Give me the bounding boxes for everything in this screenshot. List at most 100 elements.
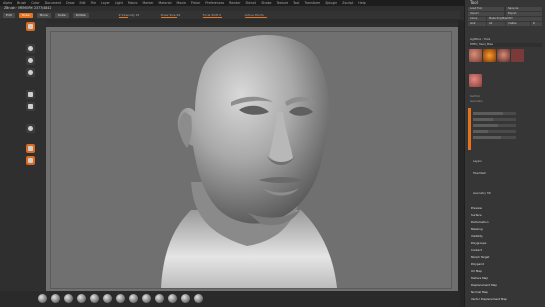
tool-thumbnail-head-small[interactable] (469, 74, 482, 87)
tool-menu-item[interactable]: Vector Displacement Map (471, 297, 507, 301)
tool-menu-item[interactable]: Texture Map (471, 276, 488, 280)
menu-item[interactable]: Preferences (205, 1, 224, 5)
menu-item[interactable]: Stencil (246, 1, 257, 5)
move-button[interactable]: Move (36, 12, 51, 18)
menu-item[interactable]: Picker (191, 1, 201, 5)
tool-thumbnail-polymesh[interactable] (511, 49, 524, 62)
section-item[interactable]: Geometry HD (471, 192, 511, 196)
menu-item[interactable]: Transform (304, 1, 320, 5)
import-button[interactable]: Import (468, 12, 504, 16)
menu-item[interactable]: Zplugin (325, 1, 337, 5)
brush-snakehook-icon[interactable] (155, 294, 164, 303)
load-tool-button[interactable]: Load Tool (468, 7, 504, 11)
slider-fill (244, 16, 268, 18)
brush-inflate-icon[interactable] (90, 294, 99, 303)
edit-mode-icon[interactable] (26, 22, 35, 31)
tool-thumbnail-simple-brush[interactable] (483, 49, 496, 62)
viewport[interactable] (46, 27, 458, 297)
menu-item[interactable]: Document (45, 1, 62, 5)
menu-item[interactable]: Draw (66, 1, 74, 5)
brush-damstandard-icon[interactable] (64, 294, 73, 303)
visible-button[interactable]: Visible (506, 22, 530, 26)
subtool-section-label[interactable]: SubTool (468, 95, 542, 99)
tool-menu-item[interactable]: Displacement Map (471, 283, 497, 287)
texture-icon[interactable] (26, 90, 35, 99)
draw-size-slider[interactable]: Draw Size 64 (160, 13, 199, 18)
make-polymesh-button[interactable]: Make PolyMesh3D (487, 17, 542, 21)
tool-menu-item[interactable]: UV Map (471, 269, 482, 273)
all-button[interactable]: All (487, 22, 505, 26)
brush-flatten-icon[interactable] (194, 294, 203, 303)
scale-button[interactable]: Scale (54, 12, 69, 18)
geometry-section-label[interactable]: Geometry (468, 100, 542, 104)
menu-item[interactable]: Alpha (3, 1, 12, 5)
draw-button[interactable]: Draw (18, 12, 33, 18)
brush-smooth-icon[interactable] (168, 294, 177, 303)
menu-item[interactable]: Color (31, 1, 39, 5)
brush-trimdynamic-icon[interactable] (142, 294, 151, 303)
brush-move-icon[interactable] (77, 294, 86, 303)
tool-menu-item[interactable]: Masking (471, 227, 483, 231)
menu-item[interactable]: Tool (293, 1, 299, 5)
tool-menu-item[interactable]: Contact (471, 248, 482, 252)
brush-dam-icon[interactable] (181, 294, 190, 303)
stroke-icon[interactable] (26, 56, 35, 65)
color-swatch-icon[interactable] (26, 144, 35, 153)
focal-shift-slider[interactable]: Focal Shift 0 (202, 13, 241, 18)
tool-menu-item[interactable]: Surface (471, 213, 482, 217)
menu-item[interactable]: Edit (79, 1, 85, 5)
tool-menu-item[interactable]: Deformation (471, 220, 488, 224)
edit-button[interactable]: Edit (3, 12, 15, 18)
menu-item[interactable]: Brush (17, 1, 26, 5)
rotate-button[interactable]: Rotate (72, 12, 89, 18)
tool-thumbnail-sphere[interactable] (497, 49, 510, 62)
subtool-slot[interactable] (473, 118, 516, 121)
tool-menu-item[interactable]: Polygroups (471, 241, 486, 245)
subtool-slot[interactable] (473, 136, 516, 139)
brush-standard-icon[interactable] (38, 294, 47, 303)
export-button[interactable]: Export (506, 12, 542, 16)
brush-hpolish-icon[interactable] (116, 294, 125, 303)
tool-menu-item[interactable]: Polypaint (471, 262, 484, 266)
menu-item[interactable]: Render (229, 1, 240, 5)
brush-icon[interactable] (26, 44, 35, 53)
secondary-color-icon[interactable] (26, 156, 35, 165)
menu-item[interactable]: Macro (128, 1, 138, 5)
section-item[interactable]: Layers (471, 160, 511, 164)
alpha-icon[interactable] (26, 68, 35, 77)
material-icon[interactable] (26, 124, 35, 133)
menu-item[interactable]: Stroke (261, 1, 271, 5)
z-intensity-slider[interactable]: Z Intensity 25 (118, 13, 157, 18)
subtool-slot[interactable] (473, 124, 516, 127)
brush-claybuildup-icon[interactable] (51, 294, 60, 303)
section-item[interactable]: FiberMesh (471, 172, 511, 176)
document-canvas[interactable] (50, 31, 452, 289)
subtool-slot[interactable] (473, 112, 516, 115)
menu-item[interactable]: Light (115, 1, 123, 5)
brush-pinch-icon[interactable] (103, 294, 112, 303)
grid-icon[interactable] (26, 102, 35, 111)
slider-fill (202, 16, 222, 18)
tool-menu-item[interactable]: Preview (471, 206, 482, 210)
brush-slash3-icon[interactable] (129, 294, 138, 303)
menu-item[interactable]: Movie (176, 1, 185, 5)
menu-item[interactable]: Marker (143, 1, 154, 5)
menu-item[interactable]: Layer (101, 1, 110, 5)
tool-menu-item[interactable]: Normal Map (471, 290, 488, 294)
active-points-slider[interactable]: Active Points (244, 13, 283, 18)
save-as-button[interactable]: Save As (506, 7, 542, 11)
menu-item[interactable]: Texture (276, 1, 288, 5)
tool-menu-item[interactable]: Visibility (471, 234, 483, 238)
tool-menu-item[interactable]: Morph Target (471, 255, 489, 259)
subtool-slot[interactable] (473, 130, 516, 133)
brush-shelf (0, 291, 460, 307)
menu-item[interactable]: File (91, 1, 96, 5)
goz-button[interactable]: GoZ (468, 22, 486, 26)
menu-item[interactable]: Zscript (342, 1, 353, 5)
menu-item[interactable]: Material (159, 1, 172, 5)
r-button[interactable]: R (531, 22, 542, 26)
menu-item[interactable]: Help (358, 1, 365, 5)
tool-thumbnail-head[interactable] (469, 49, 482, 62)
lightbox-tools-label[interactable]: Lightbox › Tools (468, 38, 542, 42)
clone-button[interactable]: Clone (468, 17, 486, 21)
